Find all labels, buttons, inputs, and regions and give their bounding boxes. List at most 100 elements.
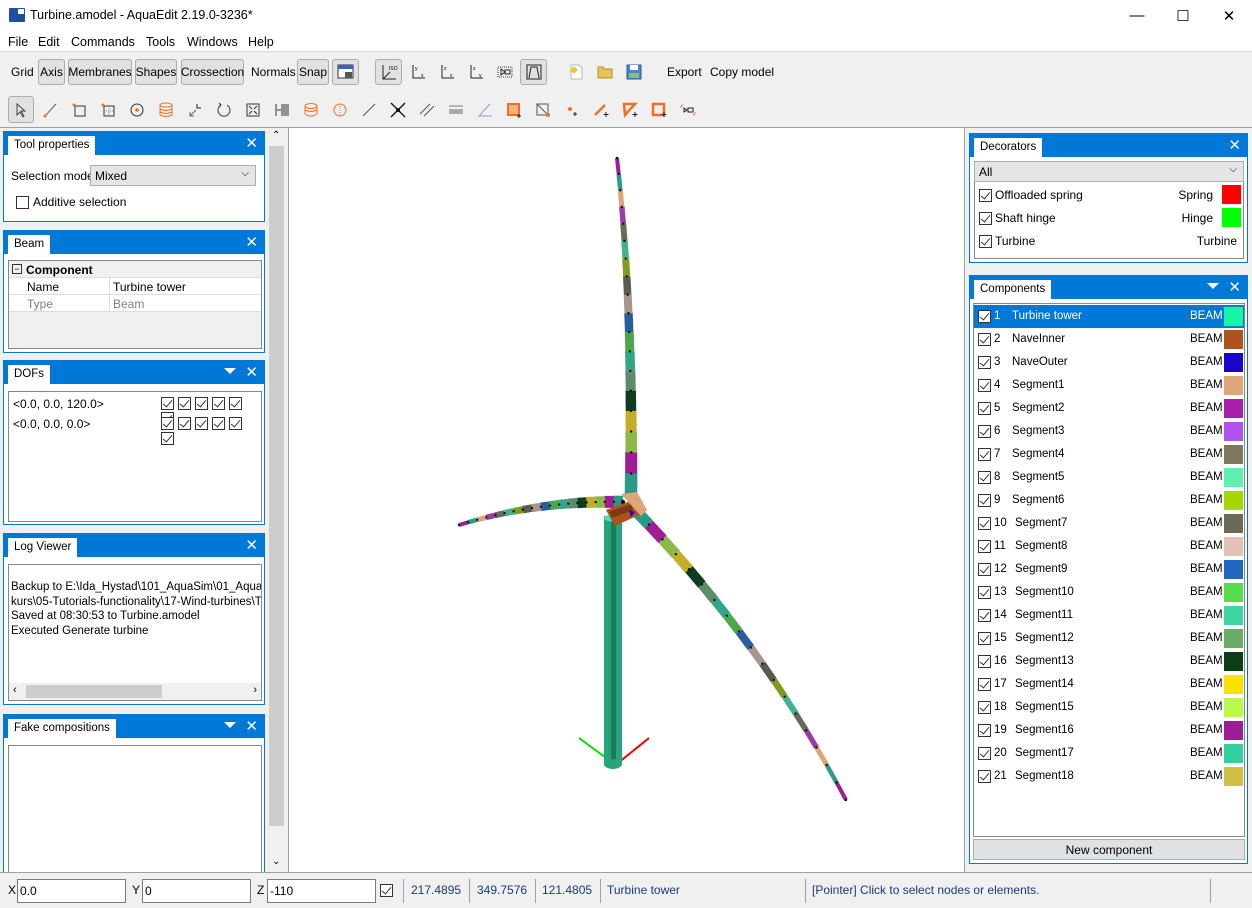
save-button[interactable] — [622, 60, 646, 84]
node-point[interactable] — [628, 330, 631, 334]
dof-checkbox[interactable] — [178, 397, 191, 411]
component-row[interactable]: 6 Segment3 BEAM — [974, 420, 1244, 443]
perspective-button[interactable] — [520, 59, 547, 85]
component-color-swatch[interactable] — [1224, 514, 1243, 533]
iso-view-button[interactable]: ISO — [375, 59, 402, 85]
blade-segment[interactable] — [522, 504, 533, 514]
node-point[interactable] — [628, 350, 632, 353]
component-group-header[interactable]: − Component — [9, 261, 261, 278]
close-icon[interactable]: ✕ — [245, 536, 258, 554]
decorator-checkbox[interactable] — [979, 212, 992, 226]
blade-up[interactable] — [615, 156, 638, 498]
component-row[interactable]: 16 Segment13 BEAM — [974, 650, 1244, 673]
node-point[interactable] — [737, 630, 741, 633]
component-color-swatch[interactable] — [1224, 560, 1243, 579]
export-button[interactable]: Export — [667, 65, 702, 79]
node-point[interactable] — [626, 293, 629, 296]
node-point[interactable] — [629, 389, 632, 392]
blade-segment[interactable] — [617, 189, 625, 208]
blade-left[interactable] — [457, 495, 626, 527]
component-color-swatch[interactable] — [1224, 629, 1243, 648]
node-point[interactable] — [457, 523, 461, 527]
reference-tool[interactable] — [676, 98, 700, 122]
menu-file[interactable]: File — [8, 35, 28, 49]
scroll-down-icon[interactable]: ⌄ — [272, 856, 280, 867]
cross-node-tool[interactable] — [386, 98, 410, 122]
component-color-swatch[interactable] — [1224, 307, 1243, 326]
additive-selection-checkbox[interactable] — [16, 196, 29, 210]
component-color-swatch[interactable] — [1224, 721, 1243, 740]
node-point[interactable] — [619, 189, 622, 192]
pointer-tool[interactable] — [8, 96, 34, 123]
open-button[interactable] — [593, 60, 617, 84]
blade-segment[interactable] — [735, 629, 754, 650]
component-color-swatch[interactable] — [1224, 399, 1243, 418]
axis-toggle[interactable]: Axis — [38, 59, 65, 85]
fake-compositions-tab[interactable]: Fake compositions — [8, 719, 116, 738]
decorator-item[interactable]: Offloaded spring Spring — [975, 184, 1243, 206]
close-icon[interactable]: ✕ — [245, 233, 258, 251]
blade-segment[interactable] — [770, 678, 788, 699]
turbine-tower[interactable] — [604, 514, 622, 770]
node-point[interactable] — [612, 500, 616, 504]
component-visible-checkbox[interactable] — [978, 517, 991, 530]
sphere-tool[interactable] — [328, 98, 352, 122]
menu-windows[interactable]: Windows — [187, 35, 238, 49]
node-point[interactable] — [603, 500, 606, 504]
component-row[interactable]: 19 Segment16 BEAM — [974, 719, 1244, 742]
turbine-model[interactable] — [289, 128, 966, 872]
close-icon[interactable]: ✕ — [245, 717, 258, 735]
blade-segment[interactable] — [698, 581, 719, 603]
blade-segment[interactable] — [623, 294, 633, 314]
add-outline-square-tool[interactable] — [647, 98, 671, 122]
y-coordinate-input[interactable]: 0 — [142, 879, 251, 903]
component-row[interactable]: 9 Segment6 BEAM — [974, 489, 1244, 512]
node-point[interactable] — [687, 568, 691, 571]
close-button[interactable]: ✕ — [1206, 0, 1252, 31]
dof-checkbox[interactable] — [161, 431, 174, 445]
blade-segment[interactable] — [540, 501, 551, 511]
node-point[interactable] — [629, 409, 633, 413]
node-point[interactable] — [749, 646, 752, 649]
node-point[interactable] — [835, 781, 838, 784]
dof-row[interactable]: <0.0, 0.0, 120.0> — [11, 395, 261, 425]
node-point[interactable] — [539, 505, 543, 508]
node-point[interactable] — [783, 695, 786, 698]
component-row[interactable]: 12 Segment9 BEAM — [974, 558, 1244, 581]
fit-view-button[interactable] — [493, 60, 517, 84]
component-visible-checkbox[interactable] — [978, 770, 991, 783]
dof-checkbox[interactable] — [212, 397, 225, 411]
rotate-tool[interactable] — [212, 98, 236, 122]
blade-segment[interactable] — [624, 331, 635, 352]
blade-segment[interactable] — [531, 502, 542, 513]
scrollbar-thumb[interactable] — [26, 685, 162, 698]
component-row[interactable]: 8 Segment5 BEAM — [974, 466, 1244, 489]
dropdown-icon[interactable] — [224, 722, 236, 728]
node-point[interactable] — [624, 257, 627, 260]
blade-segment[interactable] — [723, 613, 743, 635]
component-color-swatch[interactable] — [1224, 744, 1243, 763]
node-point[interactable] — [661, 538, 664, 541]
component-row[interactable]: 7 Segment4 BEAM — [974, 443, 1244, 466]
component-color-swatch[interactable] — [1224, 583, 1243, 602]
components-tab[interactable]: Components — [974, 280, 1052, 299]
component-visible-checkbox[interactable] — [978, 701, 991, 714]
blade-segment[interactable] — [616, 173, 623, 191]
component-row[interactable]: 3 NaveOuter BEAM — [974, 351, 1244, 374]
component-visible-checkbox[interactable] — [978, 471, 991, 484]
scrollbar-thumb[interactable] — [269, 146, 284, 826]
blade-segment[interactable] — [658, 535, 680, 558]
node-point[interactable] — [585, 501, 588, 504]
component-visible-checkbox[interactable] — [978, 609, 991, 622]
node-point[interactable] — [622, 222, 625, 225]
decorator-filter-select[interactable]: All ⌵ — [974, 161, 1244, 182]
blade-segment[interactable] — [485, 512, 497, 521]
blade-segment[interactable] — [782, 694, 799, 716]
blade-segment[interactable] — [619, 206, 626, 224]
blade-segment[interactable] — [644, 520, 667, 544]
new-file-button[interactable] — [564, 60, 588, 84]
node-point[interactable] — [476, 518, 479, 521]
node-point[interactable] — [804, 729, 808, 732]
scroll-left-icon[interactable]: ‹ — [13, 684, 17, 696]
property-row-name[interactable]: Name Turbine tower — [9, 278, 261, 295]
